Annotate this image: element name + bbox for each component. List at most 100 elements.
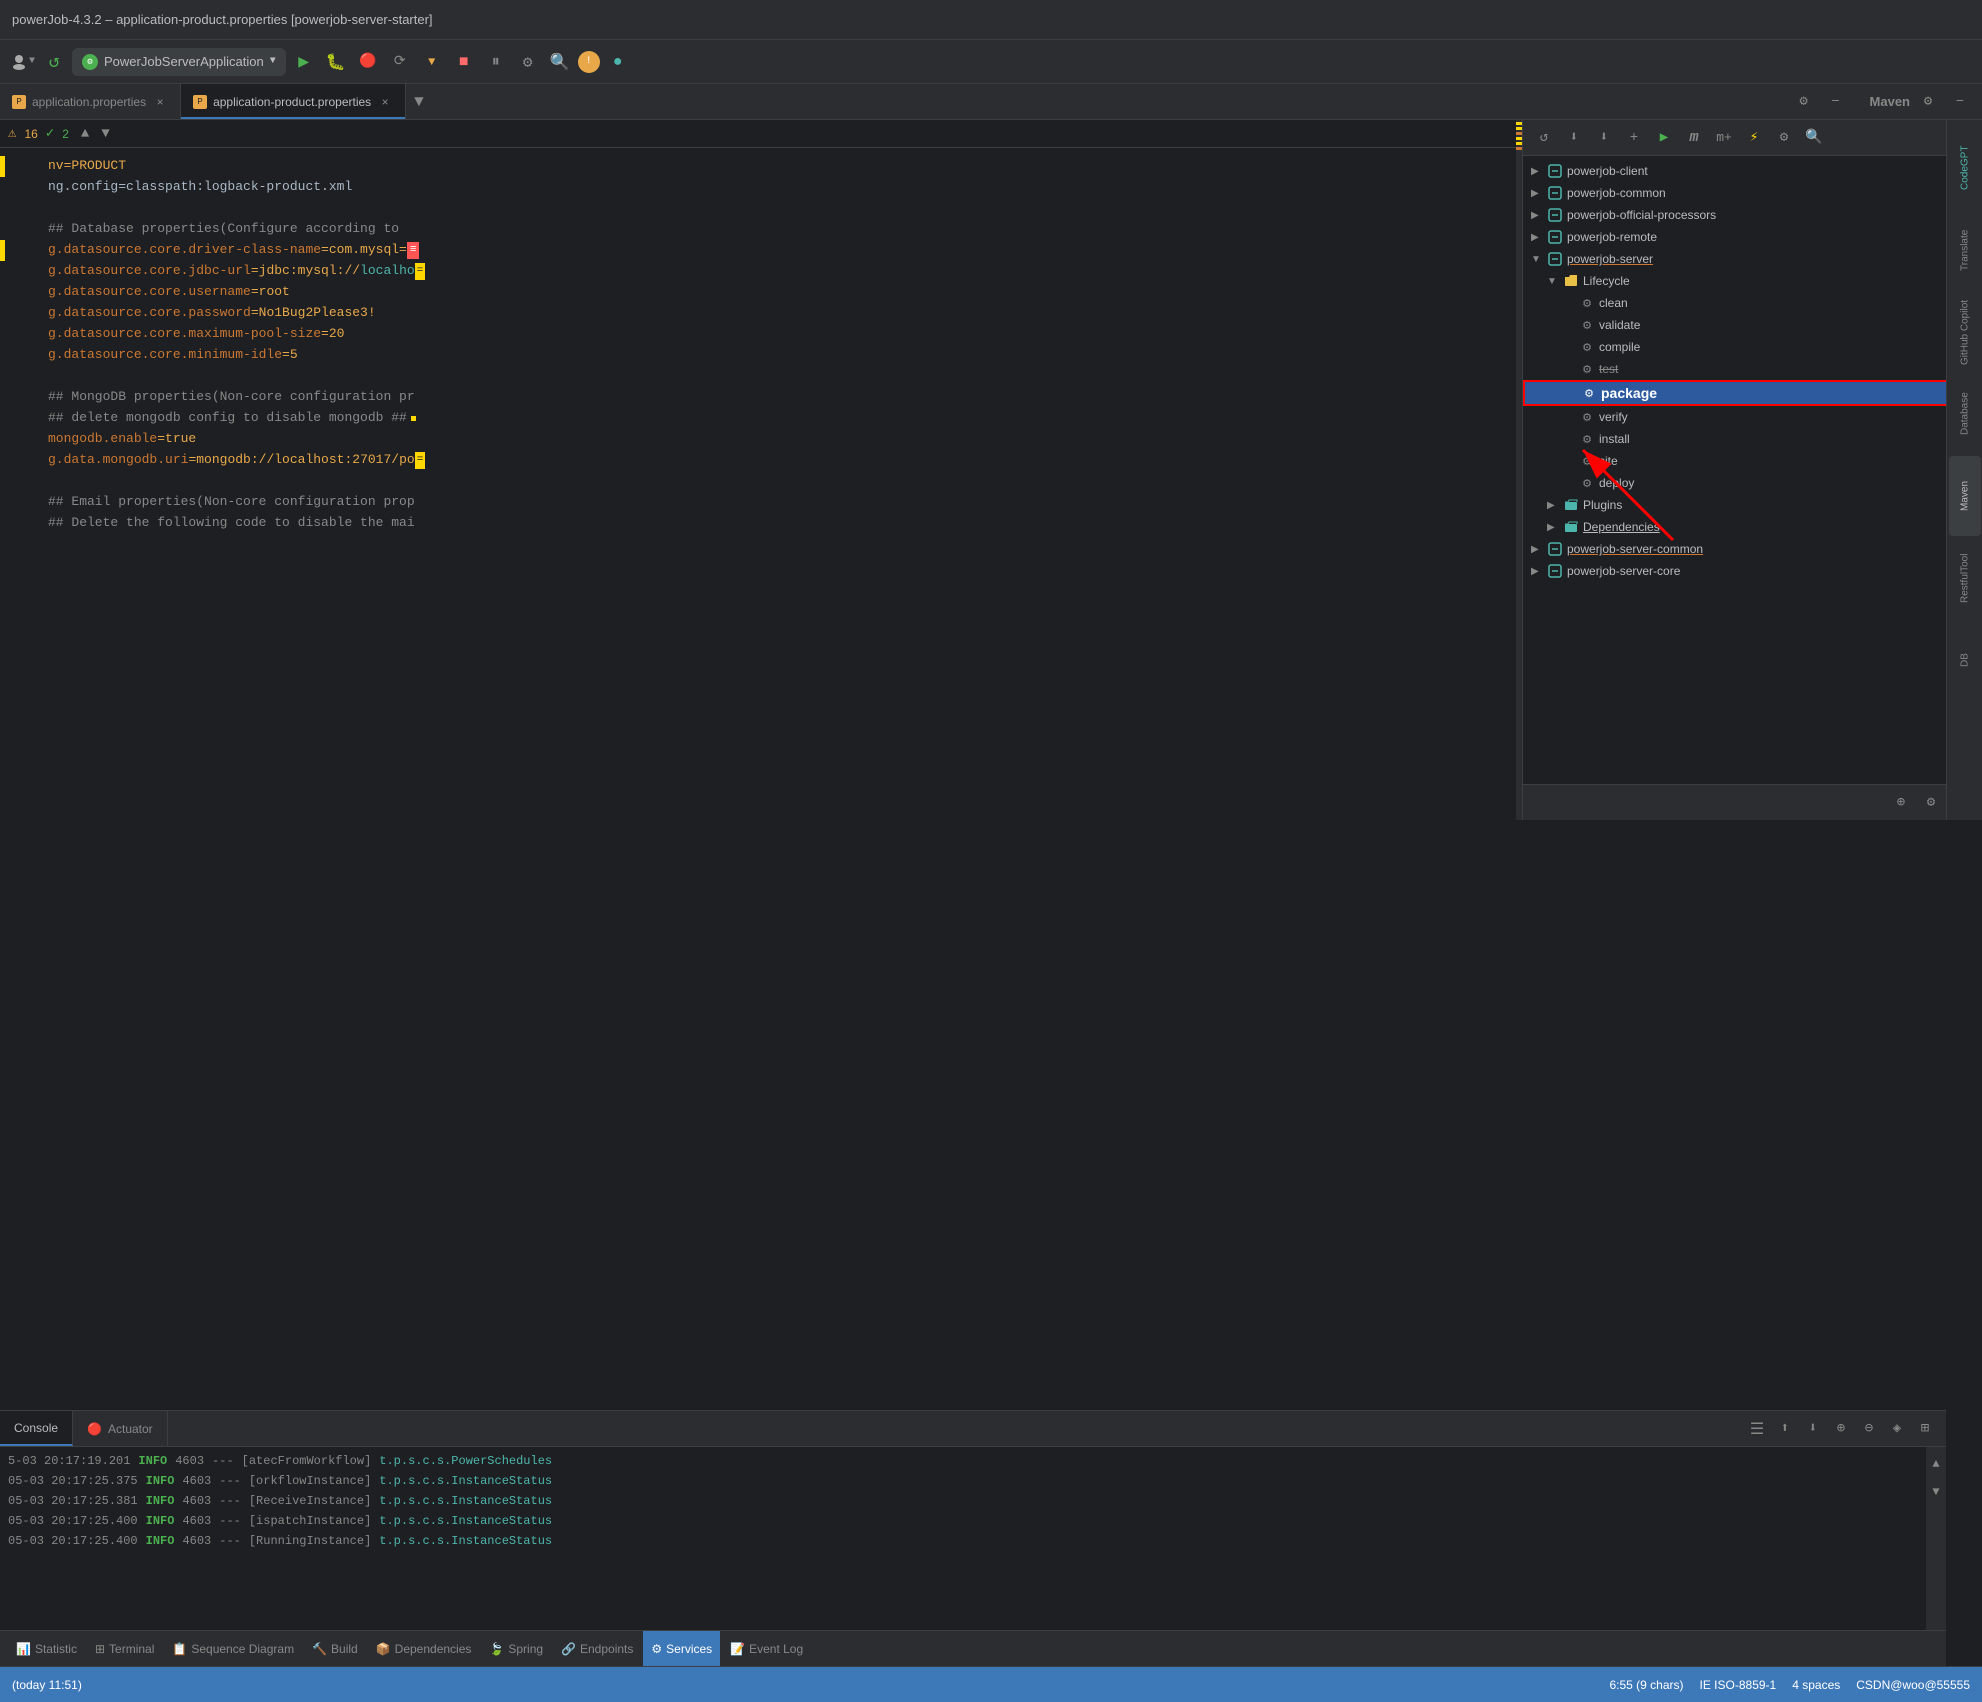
- run-button[interactable]: ▶: [290, 48, 318, 76]
- code-editor[interactable]: nv=PRODUCT ng.config=classpath:logback-p…: [0, 148, 1522, 542]
- status-build[interactable]: 🔨 Build: [304, 1631, 366, 1667]
- tree-label: Dependencies: [1583, 520, 1974, 534]
- maven-tree[interactable]: ▶ powerjob-client ▶ powerjob-common ▶: [1523, 156, 1982, 784]
- nav-up-icon[interactable]: ▲: [81, 126, 89, 142]
- status-bar: (today 11:51) 6:55 (9 chars) IE ISO-8859…: [0, 1666, 1982, 1702]
- console-up-button[interactable]: ⬆: [1772, 1416, 1798, 1442]
- maven-settings-icon[interactable]: ⚙: [1914, 88, 1942, 116]
- tree-item-plugins[interactable]: ▶ Plugins: [1523, 494, 1982, 516]
- sidebar-tool-codegpt[interactable]: CodeGPT: [1949, 128, 1981, 208]
- tree-item-test[interactable]: ▶ ⚙ test: [1523, 358, 1982, 380]
- maven-add-button[interactable]: +: [1621, 125, 1647, 151]
- maven-run-button[interactable]: ▶: [1651, 125, 1677, 151]
- status-endpoints[interactable]: 🔗 Endpoints: [553, 1631, 641, 1667]
- console-btn5[interactable]: ◈: [1884, 1416, 1910, 1442]
- indicator-dot: [411, 416, 416, 421]
- tab-console[interactable]: Console: [0, 1411, 73, 1446]
- status-services[interactable]: ⚙ Services: [643, 1631, 720, 1667]
- tab-overflow-button[interactable]: ▼: [406, 84, 432, 119]
- sidebar-tool-translate[interactable]: Translate: [1949, 210, 1981, 290]
- tree-item-deploy[interactable]: ▶ ⚙ deploy: [1523, 472, 1982, 494]
- maven-config-button[interactable]: ⚙: [1771, 125, 1797, 151]
- settings-button[interactable]: ⚙: [514, 48, 542, 76]
- notifications-button[interactable]: !: [578, 51, 600, 73]
- sidebar-tool-db[interactable]: DB: [1949, 620, 1981, 700]
- sidebar-tool-maven[interactable]: Maven: [1949, 456, 1981, 536]
- tree-label: site: [1599, 454, 1974, 468]
- tree-item-powerjob-common[interactable]: ▶ powerjob-common: [1523, 182, 1982, 204]
- tree-item-dependencies[interactable]: ▶ Dependencies: [1523, 516, 1982, 538]
- extra-button[interactable]: ●: [604, 48, 632, 76]
- maven-reload-button[interactable]: ↺: [1531, 125, 1557, 151]
- tree-item-powerjob-client[interactable]: ▶ powerjob-client: [1523, 160, 1982, 182]
- console-btn4[interactable]: ⊖: [1856, 1416, 1882, 1442]
- status-event-log[interactable]: 📝 Event Log: [722, 1631, 811, 1667]
- pause-button[interactable]: ⏸: [482, 48, 510, 76]
- tab-actuator[interactable]: 🔴 Actuator: [73, 1411, 168, 1446]
- statistic-label: Statistic: [35, 1642, 77, 1656]
- search-button[interactable]: 🔍: [546, 48, 574, 76]
- status-sequence-diagram[interactable]: 📋 Sequence Diagram: [164, 1631, 302, 1667]
- tree-item-clean[interactable]: ▶ ⚙ clean: [1523, 292, 1982, 314]
- sequence-label: Sequence Diagram: [191, 1642, 294, 1656]
- sidebar-tool-database[interactable]: Database: [1949, 374, 1981, 454]
- tab-application-properties[interactable]: P application.properties ×: [0, 84, 181, 119]
- tree-item-compile[interactable]: ▶ ⚙ compile: [1523, 336, 1982, 358]
- console-menu-button[interactable]: ☰: [1744, 1416, 1770, 1442]
- status-spring[interactable]: 🍃 Spring: [481, 1631, 551, 1667]
- tab-label-2: application-product.properties: [213, 95, 371, 109]
- maven-bolt-button[interactable]: ⚡: [1741, 125, 1767, 151]
- log-class: t.p.s.c.s.InstanceStatus: [379, 1494, 552, 1508]
- status-terminal[interactable]: ⊞ Terminal: [87, 1631, 162, 1667]
- profile-button[interactable]: ▼: [8, 48, 36, 76]
- sidebar-tool-restfultool[interactable]: RestfulTool: [1949, 538, 1981, 618]
- tree-item-verify[interactable]: ▶ ⚙ verify: [1523, 406, 1982, 428]
- tree-item-powerjob-server[interactable]: ▼ powerjob-server: [1523, 248, 1982, 270]
- spring-icon: 🍃: [489, 1642, 504, 1656]
- log-scroll-up[interactable]: ▲: [1923, 1451, 1949, 1477]
- maven-download-sources-button[interactable]: ⬇: [1591, 125, 1617, 151]
- maven-run-special-button[interactable]: m+: [1711, 125, 1737, 151]
- run-config-selector[interactable]: ⚙ PowerJobServerApplication ▼: [72, 48, 286, 76]
- tab-icon-1: P: [12, 95, 26, 109]
- editor-settings-button[interactable]: ⚙: [1790, 88, 1818, 116]
- coverage-button[interactable]: 🔴: [354, 48, 382, 76]
- maven-add-bottom-button[interactable]: ⊕: [1888, 790, 1914, 816]
- debug-button[interactable]: 🐛: [322, 48, 350, 76]
- nav-down-icon[interactable]: ▼: [101, 126, 109, 142]
- tree-item-powerjob-server-core[interactable]: ▶ powerjob-server-core: [1523, 560, 1982, 582]
- tree-item-powerjob-remote[interactable]: ▶ powerjob-remote: [1523, 226, 1982, 248]
- tree-item-install[interactable]: ▶ ⚙ install: [1523, 428, 1982, 450]
- tab-application-product-properties[interactable]: P application-product.properties ×: [181, 84, 406, 119]
- tree-item-powerjob-official-processors[interactable]: ▶ powerjob-official-processors: [1523, 204, 1982, 226]
- maven-settings-bottom-button[interactable]: ⚙: [1918, 790, 1944, 816]
- editor-minimize-button[interactable]: −: [1822, 88, 1850, 116]
- tree-arrow-icon: ▶: [1531, 232, 1543, 243]
- sidebar-tool-github-copilot[interactable]: GitHub Copilot: [1949, 292, 1981, 372]
- tree-item-validate[interactable]: ▶ ⚙ validate: [1523, 314, 1982, 336]
- maven-minimize-icon[interactable]: −: [1946, 88, 1974, 116]
- tree-item-lifecycle[interactable]: ▼ Lifecycle: [1523, 270, 1982, 292]
- maven-toolbar: ↺ ⬇ ⬇ + ▶ m m+ ⚡ ⚙ 🔍: [1523, 120, 1982, 156]
- tree-item-package[interactable]: ▶ ⚙ package: [1523, 380, 1982, 406]
- status-dependencies[interactable]: 📦 Dependencies: [368, 1631, 480, 1667]
- build-label: Build: [331, 1642, 358, 1656]
- stop-button[interactable]: ■: [450, 48, 478, 76]
- reload-button[interactable]: ⟳: [386, 48, 414, 76]
- back-button[interactable]: ↺: [40, 48, 68, 76]
- console-btn3[interactable]: ⊕: [1828, 1416, 1854, 1442]
- maven-run-italic-button[interactable]: m: [1681, 125, 1707, 151]
- run-dropdown[interactable]: ▼: [418, 48, 446, 76]
- tab-close-1[interactable]: ×: [152, 94, 168, 110]
- console-down-button[interactable]: ⬇: [1800, 1416, 1826, 1442]
- maven-download-button[interactable]: ⬇: [1561, 125, 1587, 151]
- status-statistic[interactable]: 📊 Statistic: [8, 1631, 85, 1667]
- code-text: =com.mysql=: [321, 240, 407, 261]
- maven-search-button[interactable]: 🔍: [1801, 125, 1827, 151]
- log-scroll-down[interactable]: ▼: [1923, 1479, 1949, 1505]
- tree-item-site[interactable]: ▶ ⚙ site: [1523, 450, 1982, 472]
- tab-close-2[interactable]: ×: [377, 94, 393, 110]
- tree-label: powerjob-client: [1567, 164, 1974, 178]
- tree-item-powerjob-server-common[interactable]: ▶ powerjob-server-common: [1523, 538, 1982, 560]
- console-btn6[interactable]: ⊞: [1912, 1416, 1938, 1442]
